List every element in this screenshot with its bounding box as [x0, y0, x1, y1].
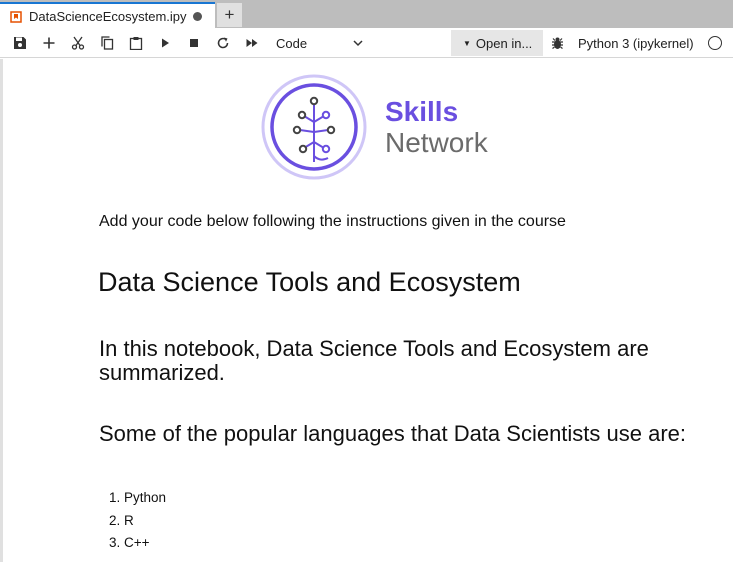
logo-text-network: Network — [385, 127, 489, 158]
instruction-text: Add your code below following the instru… — [99, 213, 566, 230]
notebook-toolbar: Code ▼ Open in... Python 3 (ipykernel) — [0, 28, 733, 58]
add-cell-icon[interactable] — [40, 34, 58, 52]
skills-network-logo: Skills Network — [260, 74, 510, 180]
list-item: Python — [109, 488, 166, 511]
debugger-bug-icon[interactable] — [550, 36, 565, 51]
restart-icon[interactable] — [214, 34, 232, 52]
list-item: C++ — [109, 533, 166, 556]
notebook-panel: Skills Network Add your code below follo… — [0, 59, 733, 562]
stop-icon[interactable] — [185, 34, 203, 52]
page-title: Data Science Tools and Ecosystem — [98, 267, 521, 297]
open-in-button[interactable]: ▼ Open in... — [451, 30, 543, 56]
list-item: R — [109, 511, 166, 534]
cell-type-select[interactable]: Code — [276, 33, 364, 53]
languages-heading: Some of the popular languages that Data … — [99, 421, 687, 446]
tab-bar: DataScienceEcosystem.ipy + — [0, 0, 733, 28]
logo-text-skills: Skills — [385, 96, 458, 127]
new-tab-button[interactable]: + — [217, 3, 242, 27]
cut-icon[interactable] — [69, 34, 87, 52]
save-icon[interactable] — [11, 34, 29, 52]
notebook-tab[interactable]: DataScienceEcosystem.ipy — [0, 2, 215, 28]
languages-list: Python R C++ — [109, 488, 166, 556]
tab-label: DataScienceEcosystem.ipy — [29, 8, 187, 24]
intro-heading: In this notebook, Data Science Tools and… — [99, 336, 649, 385]
paste-icon[interactable] — [127, 34, 145, 52]
unsaved-indicator-icon[interactable] — [192, 11, 202, 21]
kernel-status-icon — [708, 36, 722, 50]
fast-forward-icon[interactable] — [243, 34, 261, 52]
notebook-file-icon — [10, 10, 22, 23]
cell-type-value: Code — [276, 35, 308, 51]
chevron-down-icon — [352, 37, 364, 52]
open-in-label: Open in... — [475, 35, 533, 51]
kernel-name[interactable]: Python 3 (ipykernel) — [578, 36, 694, 51]
run-icon[interactable] — [156, 34, 174, 52]
copy-icon[interactable] — [98, 34, 116, 52]
caret-down-icon: ▼ — [463, 38, 471, 48]
